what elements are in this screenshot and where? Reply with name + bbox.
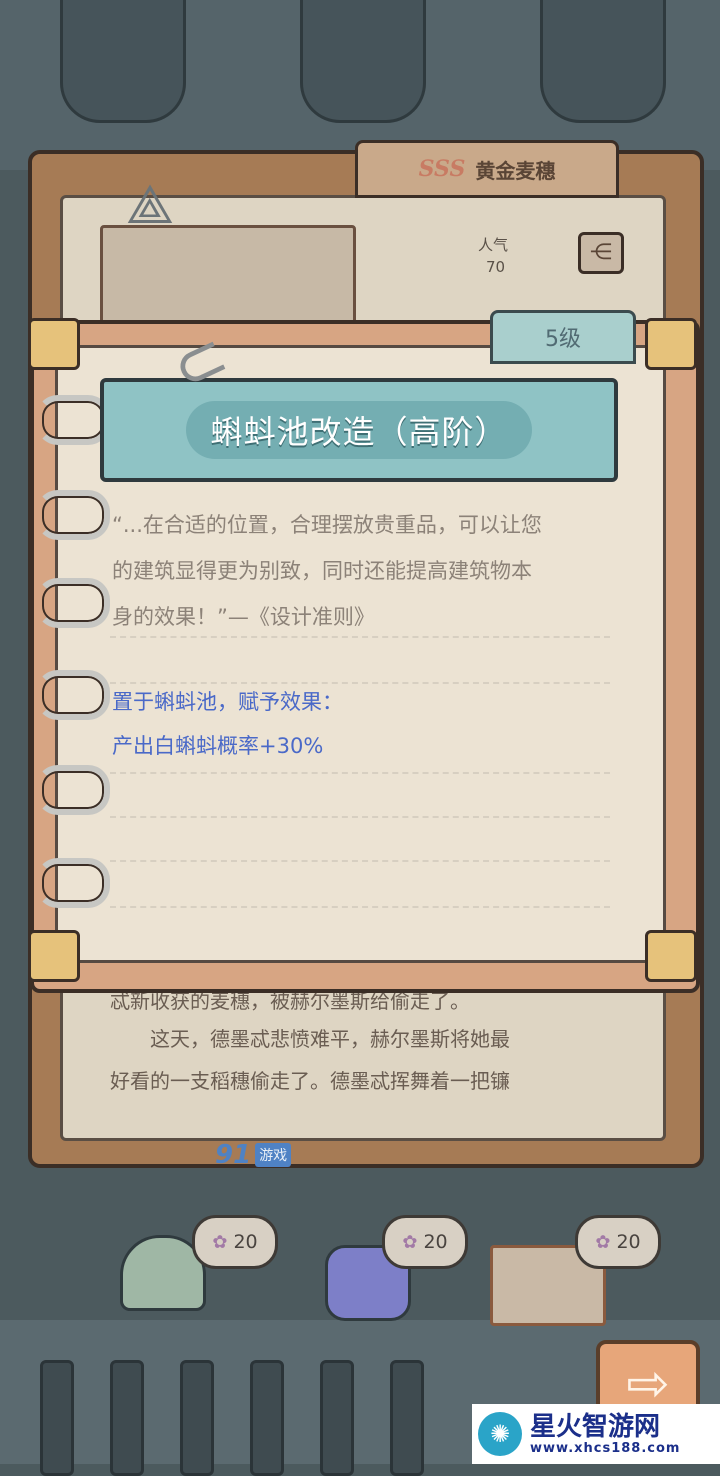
cost-value: 20 (423, 1231, 448, 1253)
flavor-quote: “...在合适的位置，合理摆放贵重品，可以让您 的建筑显得更为别致，同时还能提高… (112, 502, 622, 640)
fence-bar (390, 1360, 424, 1476)
ruled-line (110, 682, 610, 684)
share-icon[interactable]: ⋲ (578, 232, 624, 274)
corner-bracket (28, 318, 80, 370)
fence-bar (110, 1360, 144, 1476)
curtain-decoration (60, 0, 186, 123)
network-logo-icon: ✺ (478, 1412, 522, 1456)
ruled-line (110, 860, 610, 862)
ruled-line (110, 636, 610, 638)
quote-line: 身的效果！”—《设计准则》 (112, 605, 375, 629)
ring-icon (36, 490, 110, 540)
corner-bracket (645, 318, 697, 370)
ruled-line (110, 906, 610, 908)
fence-bar (180, 1360, 214, 1476)
corner-bracket (28, 930, 80, 982)
ring-icon (36, 578, 110, 628)
quote-line: 的建筑显得更为别致，同时还能提高建筑物本 (112, 559, 532, 583)
level-label: 5级 (545, 327, 581, 352)
story-line: 这天，德墨忒悲愤难平，赫尔墨斯将她最 (110, 1027, 510, 1051)
cost-value: 20 (233, 1231, 258, 1253)
corner-bracket (645, 930, 697, 982)
curtain-decoration (540, 0, 666, 123)
ruled-line (110, 816, 610, 818)
cost-bubble: ✿ 20 (382, 1215, 468, 1269)
effect-heading: 置于蝌蚪池，赋予效果： (112, 690, 343, 714)
effect-value: 产出白蝌蚪概率+30% (112, 734, 324, 758)
ring-icon (36, 858, 110, 908)
ring-icon (36, 670, 110, 720)
game-site-watermark: 91 游戏 (215, 1138, 310, 1172)
site-name: 星火智游网 (530, 1411, 661, 1442)
item-name: 黄金麦穗 (475, 158, 556, 183)
story-line: 好看的一支稻穗偷走了。德墨忒挥舞着一把镰 (110, 1069, 510, 1093)
cost-bubble: ✿ 20 (192, 1215, 278, 1269)
site-watermark: ✺ 星火智游网 www.xhcs188.com (472, 1404, 720, 1464)
site-url: www.xhcs188.com (530, 1440, 681, 1456)
quote-line: “...在合适的位置，合理摆放贵重品，可以让您 (112, 513, 542, 537)
watermark-text: 游戏 (255, 1143, 292, 1167)
cost-bubble: ✿ 20 (575, 1215, 661, 1269)
flower-icon: ✿ (402, 1231, 418, 1253)
popularity-value: 70 (486, 258, 506, 276)
grade-badge: SSS (418, 156, 466, 182)
ring-icon (36, 395, 110, 445)
curtain-decoration (300, 0, 426, 123)
popup-title: 蝌蚪池改造（高阶） (186, 401, 532, 459)
fence-bar (250, 1360, 284, 1476)
fence-bar (320, 1360, 354, 1476)
ruled-line (110, 772, 610, 774)
item-name-tab: SSS 黄金麦穗 (355, 140, 619, 198)
fence-bar (40, 1360, 74, 1476)
level-tab: 5级 (490, 310, 636, 364)
popularity-label: 人气 (478, 236, 509, 254)
watermark-number: 91 (215, 1140, 252, 1170)
item-story-text: 忒新收获的麦穗，被赫尔墨斯给偷走了。 这天，德墨忒悲愤难平，赫尔墨斯将她最 好看… (110, 980, 620, 1102)
ring-icon (36, 765, 110, 815)
flower-icon: ✿ (595, 1231, 611, 1253)
cost-value: 20 (616, 1231, 641, 1253)
flower-icon: ✿ (212, 1231, 228, 1253)
